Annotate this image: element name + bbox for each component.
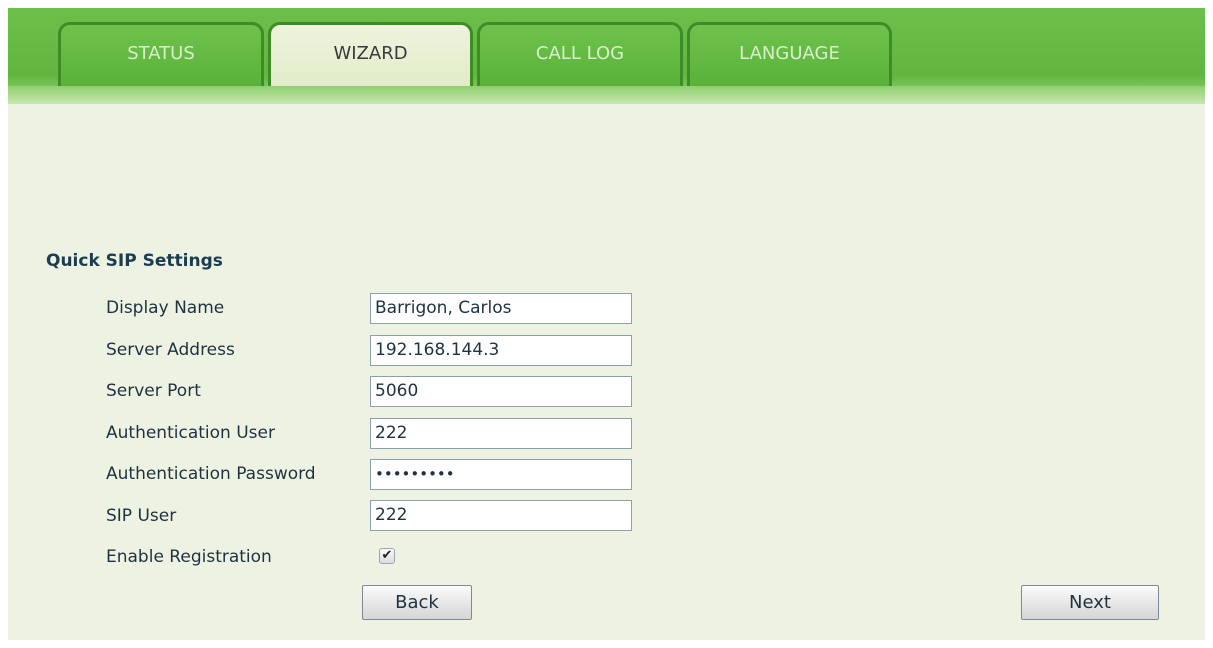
- server-address-label: Server Address: [106, 340, 235, 360]
- server-port-label: Server Port: [106, 381, 201, 401]
- server-port-input[interactable]: 5060: [370, 376, 632, 407]
- tab-status[interactable]: STATUS: [58, 22, 264, 86]
- auth-password-input[interactable]: •••••••••: [370, 459, 632, 490]
- auth-user-label: Authentication User: [106, 423, 275, 443]
- next-button[interactable]: Next: [1021, 585, 1159, 620]
- tab-wizard[interactable]: WIZARD: [268, 22, 473, 86]
- tab-language[interactable]: LANGUAGE: [687, 22, 892, 86]
- display-name-input[interactable]: Barrigon, Carlos: [370, 293, 632, 324]
- sip-user-input[interactable]: 222: [370, 500, 632, 531]
- back-button[interactable]: Back: [362, 585, 472, 620]
- display-name-label: Display Name: [106, 298, 225, 318]
- auth-password-label: Authentication Password: [106, 464, 316, 484]
- tab-call-log[interactable]: CALL LOG: [477, 22, 683, 86]
- wizard-page: STATUS WIZARD CALL LOG LANGUAGE Quick SI…: [8, 8, 1205, 640]
- sip-user-label: SIP User: [106, 506, 177, 526]
- enable-registration-checkbox[interactable]: ✔: [379, 548, 395, 564]
- auth-user-input[interactable]: 222: [370, 418, 632, 449]
- section-title: Quick SIP Settings: [46, 251, 223, 271]
- top-navigation-bar: STATUS WIZARD CALL LOG LANGUAGE: [8, 8, 1205, 104]
- checkmark-icon: ✔: [381, 548, 393, 563]
- enable-registration-label: Enable Registration: [106, 547, 272, 567]
- nav-bar-shadow: [8, 86, 1205, 104]
- server-address-input[interactable]: 192.168.144.3: [370, 335, 632, 366]
